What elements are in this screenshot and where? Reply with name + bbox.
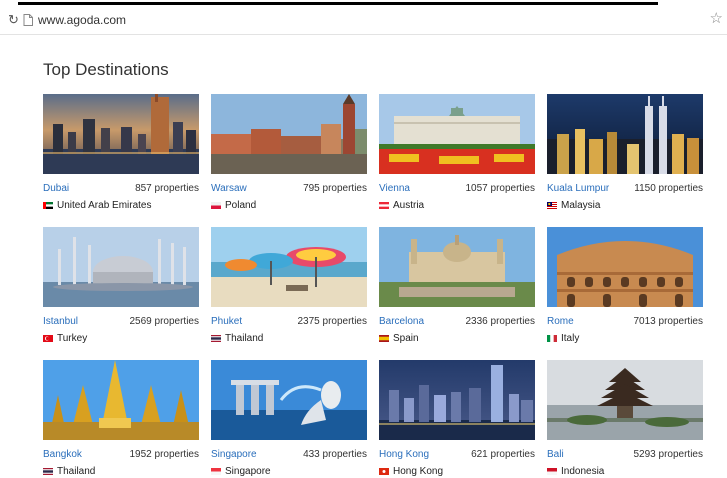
reload-icon[interactable]: ↻	[8, 12, 19, 28]
destination-card-warsaw[interactable]: Warsaw 795 properties Poland	[211, 94, 367, 212]
destination-card-singapore[interactable]: Singapore 433 properties Singapore	[211, 360, 367, 478]
property-count-bangkok: 1952 properties	[129, 449, 200, 460]
uae-flag-icon	[43, 202, 53, 209]
destination-card-bali[interactable]: Bali 5293 properties Indonesia	[547, 360, 703, 478]
country-name-warsaw: Poland	[225, 200, 257, 211]
property-count-kuala-lumpur: 1150 properties	[634, 183, 703, 194]
destination-image-istanbul[interactable]	[43, 227, 199, 307]
destination-image-rome[interactable]	[547, 227, 703, 307]
country-name-phuket: Thailand	[225, 333, 264, 344]
destination-image-warsaw[interactable]	[211, 94, 367, 174]
property-count-phuket: 2375 properties	[297, 316, 368, 327]
city-link-phuket[interactable]: Phuket	[211, 315, 242, 329]
property-count-istanbul: 2569 properties	[129, 316, 200, 327]
country-name-dubai: United Arab Emirates	[57, 200, 152, 211]
destination-image-hong-kong[interactable]	[379, 360, 535, 440]
city-link-bangkok[interactable]: Bangkok	[43, 448, 82, 462]
address-bar: ↻ www.agoda.com ☆	[0, 7, 727, 35]
country-name-barcelona: Spain	[393, 333, 419, 344]
property-count-warsaw: 795 properties	[303, 183, 367, 194]
city-link-dubai[interactable]: Dubai	[43, 182, 69, 196]
destination-card-rome[interactable]: Rome 7013 properties Italy	[547, 227, 703, 345]
property-count-singapore: 433 properties	[303, 449, 367, 460]
thailand-flag-icon	[43, 468, 53, 475]
window-top-strip	[0, 0, 727, 7]
destination-image-barcelona[interactable]	[379, 227, 535, 307]
destination-card-barcelona[interactable]: Barcelona 2336 properties Spain	[379, 227, 535, 345]
turkey-flag-icon	[43, 335, 53, 342]
property-count-rome: 7013 properties	[633, 316, 704, 327]
indonesia-flag-icon	[547, 468, 557, 475]
city-link-rome[interactable]: Rome	[547, 315, 574, 329]
city-link-istanbul[interactable]: Istanbul	[43, 315, 78, 329]
country-name-bali: Indonesia	[561, 466, 605, 477]
city-link-singapore[interactable]: Singapore	[211, 448, 257, 462]
page-icon	[23, 14, 33, 26]
country-name-vienna: Austria	[393, 200, 425, 211]
destination-image-kuala-lumpur[interactable]	[547, 94, 703, 174]
austria-flag-icon	[379, 202, 389, 209]
singapore-flag-icon	[211, 468, 221, 475]
destination-card-vienna[interactable]: Vienna 1057 properties Austria	[379, 94, 535, 212]
country-name-hong-kong: Hong Kong	[393, 466, 444, 477]
city-link-vienna[interactable]: Vienna	[379, 182, 410, 196]
destination-card-kuala-lumpur[interactable]: Kuala Lumpur 1150 properties Malaysia	[547, 94, 703, 212]
url-text[interactable]: www.agoda.com	[38, 13, 126, 27]
destination-card-dubai[interactable]: Dubai 857 properties United Arab Emirate…	[43, 94, 199, 212]
country-name-kuala-lumpur: Malaysia	[561, 200, 601, 211]
destination-image-phuket[interactable]	[211, 227, 367, 307]
destination-image-vienna[interactable]	[379, 94, 535, 174]
country-name-singapore: Singapore	[225, 466, 271, 477]
destination-card-istanbul[interactable]: Istanbul 2569 properties Turkey	[43, 227, 199, 345]
city-link-barcelona[interactable]: Barcelona	[379, 315, 424, 329]
poland-flag-icon	[211, 202, 221, 209]
destination-card-hong-kong[interactable]: Hong Kong 621 properties Hong Kong	[379, 360, 535, 478]
bookmark-star-icon[interactable]: ☆	[710, 11, 723, 27]
property-count-bali: 5293 properties	[633, 449, 704, 460]
top-strip-bar	[18, 2, 658, 5]
country-name-rome: Italy	[561, 333, 580, 344]
hong-kong-flag-icon	[379, 468, 389, 475]
page-title: Top Destinations	[43, 60, 169, 79]
destination-card-bangkok[interactable]: Bangkok 1952 properties Thailand	[43, 360, 199, 478]
country-name-istanbul: Turkey	[57, 333, 88, 344]
malaysia-flag-icon	[547, 202, 557, 209]
destination-image-singapore[interactable]	[211, 360, 367, 440]
city-link-warsaw[interactable]: Warsaw	[211, 182, 247, 196]
destination-card-phuket[interactable]: Phuket 2375 properties Thailand	[211, 227, 367, 345]
italy-flag-icon	[547, 335, 557, 342]
city-link-hong-kong[interactable]: Hong Kong	[379, 448, 429, 462]
destination-image-dubai[interactable]	[43, 94, 199, 174]
property-count-dubai: 857 properties	[135, 183, 199, 194]
destination-image-bali[interactable]	[547, 360, 703, 440]
thailand-flag-icon	[211, 335, 221, 342]
property-count-barcelona: 2336 properties	[465, 316, 536, 327]
destination-image-bangkok[interactable]	[43, 360, 199, 440]
city-link-kuala-lumpur[interactable]: Kuala Lumpur	[547, 182, 609, 196]
property-count-vienna: 1057 properties	[465, 183, 536, 194]
country-name-bangkok: Thailand	[57, 466, 96, 477]
city-link-bali[interactable]: Bali	[547, 448, 564, 462]
property-count-hong-kong: 621 properties	[471, 449, 535, 460]
spain-flag-icon	[379, 335, 389, 342]
